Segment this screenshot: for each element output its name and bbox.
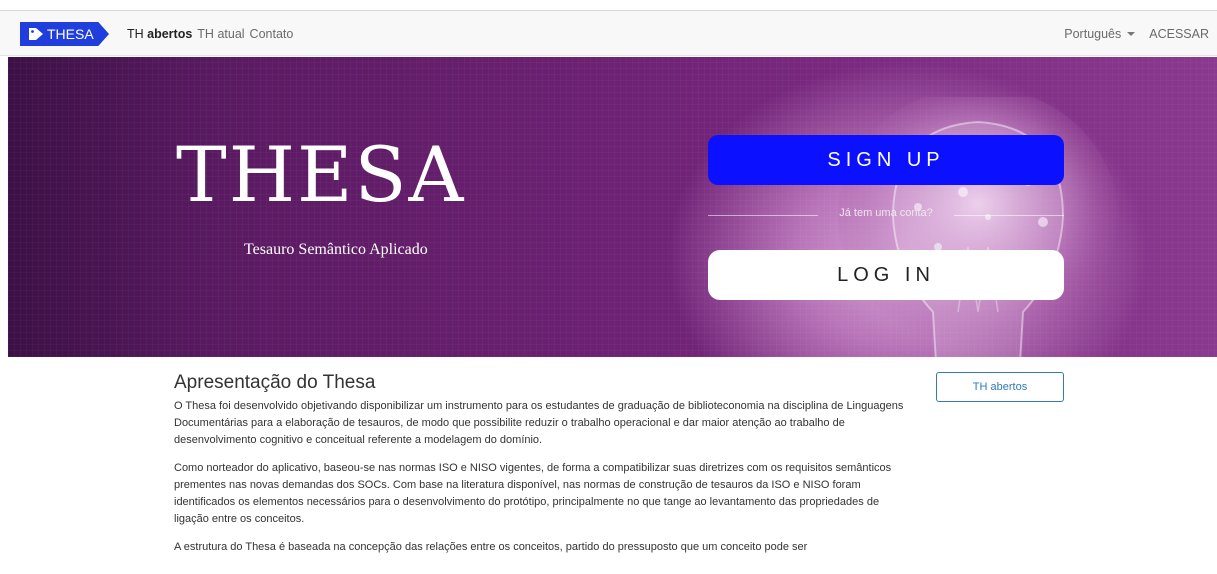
hero-subtitle: Tesauro Semântico Aplicado	[244, 241, 428, 258]
divider-text: Já tem uma conta?	[839, 207, 933, 219]
nav-link-contato[interactable]: Contato	[250, 27, 294, 41]
brand-logo-button[interactable]: THESA	[20, 22, 109, 46]
presentation-section: Apresentação do Thesa O Thesa foi desenv…	[174, 372, 914, 567]
paragraph: O Thesa foi desenvolvido objetivando dis…	[174, 400, 904, 446]
language-dropdown[interactable]: Português	[1064, 27, 1149, 41]
login-button[interactable]: LOG IN	[708, 250, 1064, 300]
paragraph: A estrutura do Thesa é baseada na concep…	[174, 541, 808, 553]
main-nav: TH abertos TH atual Contato	[127, 11, 298, 57]
brand-label: THESA	[47, 26, 94, 42]
nav-link-label: atual	[217, 27, 245, 41]
section-title: Apresentação do Thesa	[174, 372, 376, 393]
th-abertos-button[interactable]: TH abertos	[936, 372, 1064, 402]
caret-down-icon	[1127, 32, 1136, 36]
account-divider: Já tem uma conta?	[708, 207, 1064, 225]
paragraph: Como norteador do aplicativo, baseou-se …	[174, 462, 892, 525]
tag-icon	[29, 28, 43, 40]
top-navbar: THESA TH abertos TH atual Contato Portug…	[0, 10, 1217, 56]
language-label: Português	[1064, 27, 1122, 41]
thesa-logo-text: THESA	[176, 130, 466, 219]
nav-link-prefix: TH	[197, 27, 218, 41]
nav-link-label: Contato	[249, 27, 294, 41]
nav-right: Português ACESSAR	[1064, 11, 1209, 57]
acessar-link[interactable]: ACESSAR	[1149, 27, 1209, 41]
nav-link-prefix: TH	[127, 27, 148, 41]
nav-link-label: abertos	[147, 27, 193, 41]
signup-button[interactable]: SIGN UP	[708, 135, 1064, 185]
nav-link-th-atual[interactable]: TH atual	[197, 27, 244, 41]
hero-banner: THESA Tesauro Semântico Aplicado SIGN UP…	[8, 57, 1217, 357]
nav-link-th-abertos[interactable]: TH abertos	[127, 27, 192, 41]
